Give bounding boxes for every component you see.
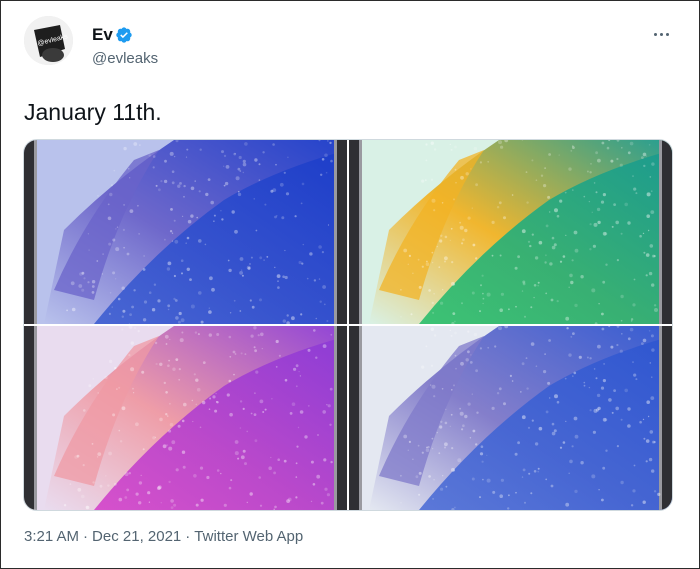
tweet-source[interactable]: Twitter Web App [194, 528, 303, 545]
wallpaper-art [349, 140, 672, 324]
author-handle[interactable]: @evleaks [92, 50, 158, 68]
tweet-date[interactable]: Dec 21, 2021 [92, 528, 181, 545]
meta-separator: · [185, 528, 191, 545]
tweet-text: January 11th. [24, 99, 162, 125]
media-grid[interactable] [23, 139, 673, 511]
meta-separator: · [83, 528, 89, 545]
media-image-3[interactable] [24, 326, 347, 510]
wallpaper-art [349, 326, 672, 510]
tweet-time[interactable]: 3:21 AM [24, 528, 79, 545]
wallpaper-art [24, 140, 347, 324]
media-image-4[interactable] [349, 326, 672, 510]
verified-badge-icon [116, 27, 132, 43]
avatar-image: @evleaks [24, 16, 73, 65]
wallpaper-art [24, 326, 347, 510]
media-image-1[interactable] [24, 140, 347, 324]
tweet-card: @evleaks Ev @evleaks January 11th. 3:21 … [0, 0, 700, 569]
tweet-meta: 3:21 AM · Dec 21, 2021 · Twitter Web App [24, 527, 303, 547]
author-name[interactable]: Ev [92, 25, 113, 45]
more-options-icon[interactable] [649, 27, 673, 41]
media-image-2[interactable] [349, 140, 672, 324]
author-avatar[interactable]: @evleaks [24, 16, 73, 65]
